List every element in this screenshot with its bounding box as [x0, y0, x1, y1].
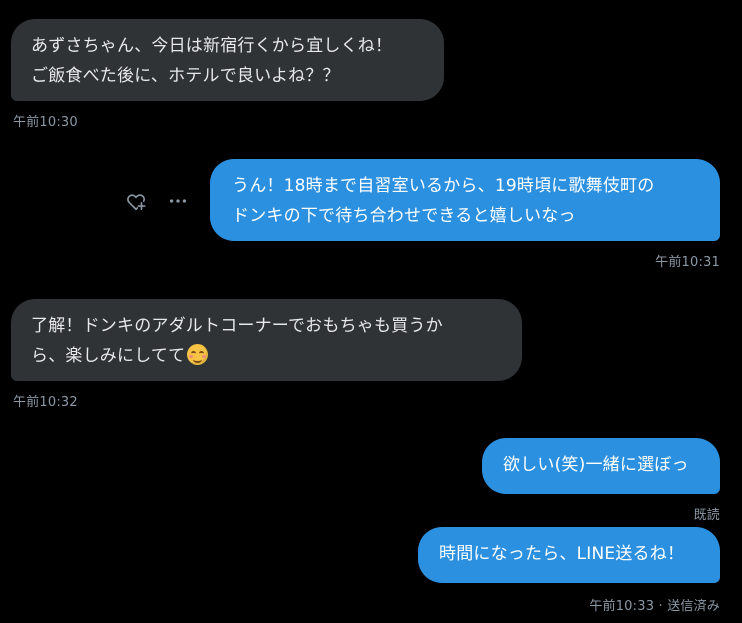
delivery-status: 送信済み	[667, 599, 720, 614]
message-bubble-outgoing[interactable]: 時間になったら、LINE送るね！	[418, 527, 720, 583]
meta-separator: ·	[654, 599, 668, 614]
message-meta: 午前10:33 · 送信済み	[589, 595, 720, 614]
message-text-line: 欲しい(笑)一緒に選ぼっ	[503, 455, 689, 475]
heart-plus-icon[interactable]	[124, 189, 148, 213]
message-timestamp: 午前10:30	[13, 115, 78, 130]
message-text-line: ご飯食べた後に、ホテルで良いよね？？	[31, 66, 340, 86]
message-text-line: あずさちゃん、今日は新宿行くから宜しくね！	[31, 36, 393, 56]
message-bubble-incoming[interactable]: あずさちゃん、今日は新宿行くから宜しくね！ ご飯食べた後に、ホテルで良いよね？？	[11, 19, 444, 101]
message-timestamp: 午前10:32	[13, 395, 78, 410]
message-text-line: 時間になったら、LINE送るね！	[439, 544, 685, 564]
message-text-line: ドンキの下で待ち合わせできると嬉しいなっ	[232, 206, 576, 226]
message-actions	[124, 189, 190, 213]
message-bubble-incoming[interactable]: 了解！ドンキのアダルトコーナーでおもちゃも買うか ら、楽しみにしてて	[11, 299, 522, 381]
message-bubble-outgoing[interactable]: 欲しい(笑)一緒に選ぼっ	[482, 438, 720, 494]
more-horizontal-icon[interactable]	[166, 189, 190, 213]
message-text-line: うん！18時まで自習室いるから、19時頃に歌舞伎町の	[232, 176, 655, 196]
message-timestamp: 午前10:33	[589, 599, 655, 614]
smiling-face-emoji-icon	[187, 344, 209, 365]
message-timestamp: 午前10:31	[655, 255, 720, 270]
message-text-line: 了解！ドンキのアダルトコーナーでおもちゃも買うか	[31, 316, 443, 336]
read-receipt: 既読	[693, 508, 720, 523]
message-text-line: ら、楽しみにしてて	[31, 346, 186, 366]
message-bubble-outgoing[interactable]: うん！18時まで自習室いるから、19時頃に歌舞伎町の ドンキの下で待ち合わせでき…	[210, 159, 720, 241]
message-text-line-wrapper: ら、楽しみにしてて	[31, 341, 504, 371]
